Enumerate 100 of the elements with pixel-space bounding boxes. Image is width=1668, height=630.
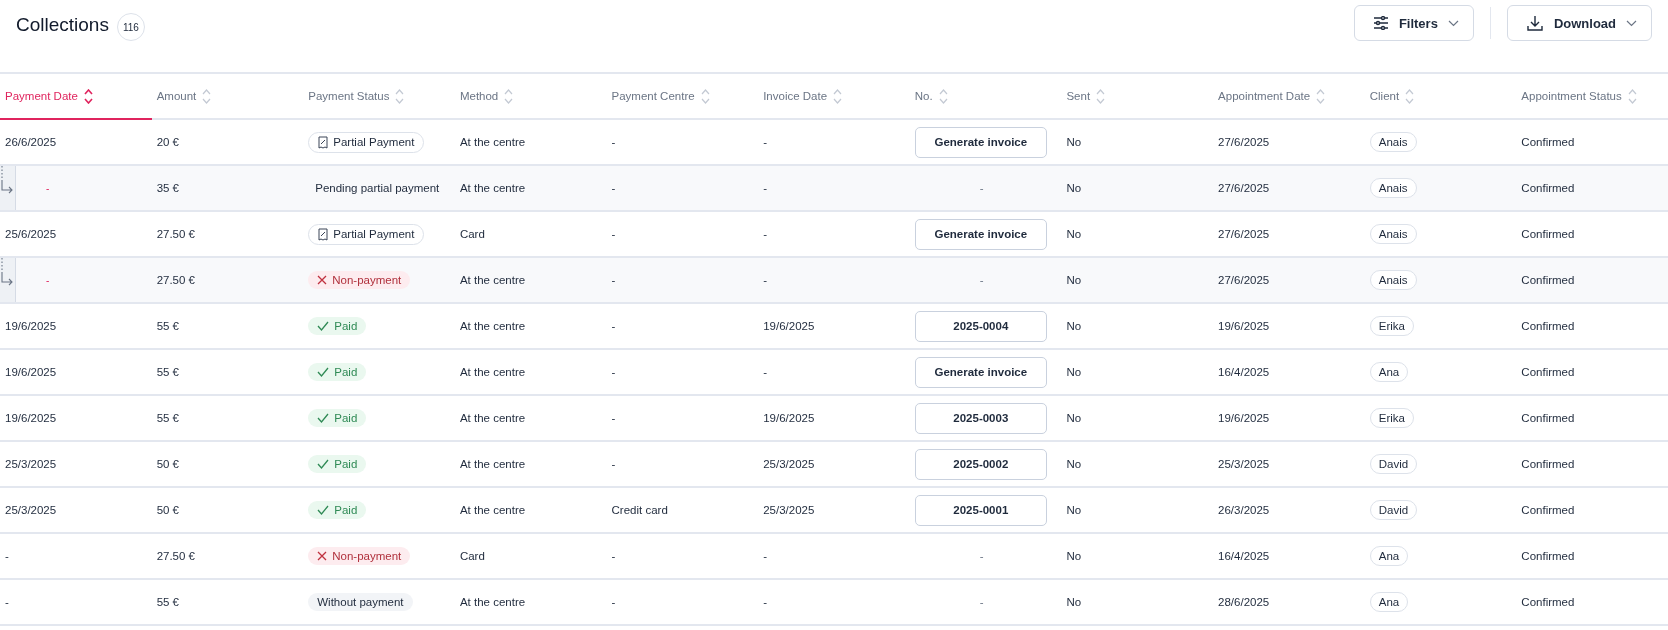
status-badge: Paid [308, 317, 367, 335]
client-tag[interactable]: Ana [1369, 362, 1409, 382]
client-tag[interactable]: Anais [1369, 270, 1417, 290]
invoice-button[interactable]: Generate invoice [914, 126, 1047, 158]
status-badge: Partial Payment [308, 131, 425, 153]
table-cell: Confirmed [1521, 596, 1575, 608]
table-cell: 19/6/2025 [5, 412, 57, 424]
chevron-down-icon [1447, 19, 1459, 27]
table-cell: Credit card [611, 504, 668, 516]
table-cell: - [611, 458, 616, 470]
table-cell: 26/3/2025 [1218, 504, 1270, 516]
invoice-button[interactable]: Generate invoice [914, 218, 1047, 250]
column-header[interactable]: Appointment Status [1516, 74, 1668, 118]
column-header[interactable]: Payment Status [303, 74, 455, 118]
column-header[interactable]: Payment Date [0, 74, 152, 120]
column-header[interactable]: Appointment Date [1213, 74, 1365, 118]
table-cell: No [1066, 596, 1082, 608]
chevron-down-icon [1626, 19, 1637, 27]
invoice-button[interactable]: 2025-0001 [914, 494, 1047, 526]
client-tag[interactable]: Anais [1369, 178, 1417, 198]
table-cell: Confirmed [1521, 412, 1575, 424]
table-cell: At the centre [459, 274, 526, 286]
table-cell: No [1066, 412, 1082, 424]
sub-row-arrow-icon [0, 258, 14, 288]
column-header[interactable]: Invoice Date [758, 74, 910, 118]
table-cell: 27/6/2025 [1218, 228, 1270, 240]
table-cell: 19/6/2025 [5, 320, 57, 332]
table-cell: - [611, 320, 616, 332]
status-badge: Paid [308, 363, 367, 381]
table-cell: At the centre [459, 320, 526, 332]
table-cell: Confirmed [1521, 458, 1575, 470]
filters-button[interactable]: Filters [1353, 5, 1474, 41]
table-cell: 55 € [156, 320, 179, 332]
table-cell: 19/6/2025 [5, 366, 57, 378]
table-cell: 55 € [156, 366, 179, 378]
receipt-icon [318, 135, 329, 149]
close-icon [317, 551, 328, 561]
receipt-icon [318, 227, 329, 241]
table-cell: 25/3/2025 [5, 458, 57, 470]
table-cell: - [5, 596, 9, 608]
table-cell: 28/6/2025 [1218, 596, 1270, 608]
sub-row-arrow-icon [0, 166, 14, 196]
table-cell: - [5, 550, 9, 562]
invoice-button[interactable]: 2025-0002 [914, 448, 1047, 480]
table-cell: 19/6/2025 [763, 412, 815, 424]
column-header[interactable]: Client [1364, 74, 1517, 118]
table-cell: No [1066, 228, 1082, 240]
table-cell: No [1066, 320, 1082, 332]
column-header[interactable]: Sent [1061, 74, 1214, 118]
sliders-icon [1372, 16, 1389, 30]
table-cell: 20 € [156, 136, 179, 148]
table-cell: - [763, 550, 767, 562]
table-cell: Confirmed [1521, 550, 1575, 562]
table-cell: At the centre [459, 458, 526, 470]
table-cell: - [611, 366, 616, 378]
table-cell: - [46, 274, 50, 286]
client-tag[interactable]: Erika [1369, 316, 1414, 336]
table-cell: 19/6/2025 [1218, 412, 1270, 424]
table-cell: 27.50 € [156, 274, 195, 286]
table-cell: Confirmed [1521, 320, 1575, 332]
column-header[interactable]: Amount [151, 74, 304, 118]
table-cell: At the centre [459, 412, 526, 424]
client-tag[interactable]: Anais [1369, 224, 1417, 244]
table-cell: At the centre [459, 136, 526, 148]
download-button[interactable]: Download [1506, 5, 1652, 41]
table-cell: 25/6/2025 [5, 228, 57, 240]
invoice-button[interactable]: 2025-0003 [914, 402, 1047, 434]
status-badge: Paid [308, 501, 367, 519]
status-badge: Paid [308, 455, 367, 473]
close-icon [317, 275, 328, 285]
client-tag[interactable]: Anais [1369, 132, 1417, 152]
table-cell: - [46, 182, 50, 194]
table-cell: - [979, 182, 984, 194]
table-cell: 27/6/2025 [1218, 274, 1270, 286]
client-tag[interactable]: Ana [1369, 546, 1409, 566]
column-header[interactable]: Method [454, 74, 607, 118]
invoice-button[interactable]: Generate invoice [914, 356, 1047, 388]
table-cell: No [1066, 458, 1082, 470]
invoice-button[interactable]: 2025-0004 [914, 310, 1047, 342]
column-header[interactable]: Payment Centre [606, 74, 759, 118]
status-badge: Paid [308, 409, 367, 427]
client-tag[interactable]: David [1369, 500, 1418, 520]
table-cell: No [1066, 504, 1082, 516]
table-cell: Confirmed [1521, 366, 1575, 378]
table-cell: - [763, 182, 767, 194]
client-tag[interactable]: David [1369, 454, 1418, 474]
table-cell: At the centre [459, 504, 526, 516]
table-cell: Card [459, 228, 485, 240]
table-cell: - [611, 228, 616, 240]
table-cell: 16/4/2025 [1218, 550, 1270, 562]
table-cell: 16/4/2025 [1218, 366, 1270, 378]
table-cell: Confirmed [1521, 182, 1575, 194]
client-tag[interactable]: Erika [1369, 408, 1414, 428]
column-header[interactable]: No. [909, 74, 1062, 118]
table-cell: 19/6/2025 [1218, 320, 1270, 332]
table-cell: - [611, 136, 616, 148]
table-cell: Confirmed [1521, 136, 1575, 148]
table-cell: - [763, 366, 767, 378]
client-tag[interactable]: Ana [1369, 592, 1409, 612]
table-cell: - [979, 596, 984, 608]
